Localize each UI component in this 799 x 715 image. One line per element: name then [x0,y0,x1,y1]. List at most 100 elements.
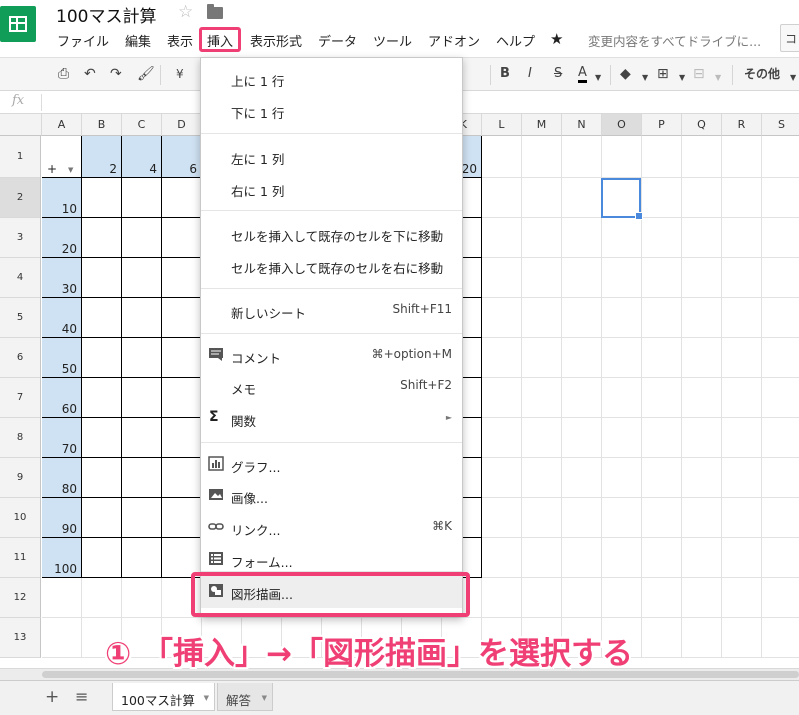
cell[interactable] [642,378,682,418]
cell[interactable] [642,578,682,618]
cell[interactable]: 4 [122,136,162,178]
cell[interactable] [482,458,522,498]
col-header-r[interactable]: R [722,114,762,136]
save-status[interactable]: 変更内容をすべてドライブに... [588,31,761,50]
insert-col-right[interactable]: 右に 1 列 [201,173,462,203]
cell[interactable] [682,178,722,218]
cell[interactable] [762,258,799,298]
cell[interactable] [682,338,722,378]
cell[interactable] [722,538,762,578]
cell[interactable] [482,378,522,418]
insert-new-sheet[interactable]: 新しいシート Shift+F11 [201,295,462,325]
cell[interactable] [522,538,562,578]
cell[interactable] [162,378,202,418]
cell[interactable] [602,258,642,298]
comments-button[interactable]: コ [780,24,799,52]
cell[interactable] [82,218,122,258]
col-header-s[interactable]: S [762,114,799,136]
cell[interactable] [682,498,722,538]
insert-comment[interactable]: コメント ⌘+option+M [201,340,462,370]
cell[interactable] [522,578,562,618]
cell[interactable] [162,298,202,338]
cell[interactable] [682,618,722,658]
menu-edit[interactable]: 編集 [125,31,151,50]
chevron-down-icon[interactable]: ▼ [68,166,73,174]
cell[interactable] [602,218,642,258]
cell[interactable] [562,136,602,178]
cell[interactable] [562,418,602,458]
cell[interactable] [562,218,602,258]
cell[interactable] [122,218,162,258]
paint-format-icon[interactable]: 🖌 [137,66,155,82]
cell[interactable]: 30 [42,258,82,298]
cell[interactable] [122,418,162,458]
chevron-down-icon[interactable]: ▼ [715,70,721,86]
cell[interactable] [642,618,682,658]
menu-tools[interactable]: ツール [373,31,412,50]
insert-col-left[interactable]: 左に 1 列 [201,141,462,171]
chevron-down-icon[interactable]: ▼ [679,70,685,86]
cell[interactable] [762,618,799,658]
cell[interactable]: 70 [42,418,82,458]
cell[interactable] [482,178,522,218]
chevron-down-icon[interactable]: ▼ [790,70,796,86]
merge-cells-icon[interactable]: ⊟ [693,66,705,82]
cell[interactable] [602,298,642,338]
cell[interactable] [762,538,799,578]
cell[interactable] [642,418,682,458]
cell[interactable] [82,538,122,578]
insert-cells-shift-right[interactable]: セルを挿入して既存のセルを右に移動 [201,250,462,280]
tab-sheet-100masu[interactable]: 100マス計算 ▼ [112,683,215,711]
col-header-d[interactable]: D [162,114,202,136]
row-header-1[interactable]: 1 [0,136,41,178]
cell[interactable] [762,136,799,178]
row-header-9[interactable]: 9 [0,458,41,498]
cell[interactable] [122,338,162,378]
cell[interactable] [682,578,722,618]
insert-link[interactable]: リンク... ⌘K [201,512,462,542]
cell[interactable] [762,458,799,498]
cell[interactable] [82,418,122,458]
cell[interactable] [762,498,799,538]
cell[interactable] [722,498,762,538]
menu-format[interactable]: 表示形式 [250,31,302,50]
star-menu-icon[interactable]: ★ [550,30,563,48]
menu-insert[interactable]: 挿入 [207,31,233,50]
print-icon[interactable]: ⎙ [58,66,69,82]
row-header-10[interactable]: 10 [0,498,41,538]
cell[interactable] [122,178,162,218]
cell[interactable] [682,298,722,338]
insert-function[interactable]: Σ 関数 ► [201,403,462,433]
cell[interactable] [82,178,122,218]
cell[interactable] [562,298,602,338]
cell[interactable] [642,136,682,178]
fill-color-icon[interactable]: ◆ [620,66,631,82]
cell[interactable] [722,618,762,658]
cell[interactable] [722,178,762,218]
cell[interactable] [682,258,722,298]
cell[interactable] [722,378,762,418]
cell[interactable]: 50 [42,338,82,378]
cell[interactable] [562,498,602,538]
menu-file[interactable]: ファイル [57,31,109,50]
row-header-7[interactable]: 7 [0,378,41,418]
strikethrough-button[interactable]: S [554,66,562,82]
col-header-b[interactable]: B [82,114,122,136]
currency-format-button[interactable]: ¥ [176,66,184,82]
cell[interactable] [562,578,602,618]
cell[interactable] [42,618,82,658]
cell[interactable] [682,136,722,178]
insert-form[interactable]: フォーム... [201,544,462,574]
cell[interactable] [522,338,562,378]
folder-icon[interactable] [207,4,223,19]
chevron-down-icon[interactable]: ▼ [642,70,648,86]
cell[interactable] [722,258,762,298]
cell[interactable]: 60 [42,378,82,418]
cell[interactable]: 80 [42,458,82,498]
cell[interactable] [762,298,799,338]
bold-button[interactable]: B [500,66,510,82]
cell[interactable] [642,458,682,498]
menu-data[interactable]: データ [318,31,357,50]
menu-addons[interactable]: アドオン [428,31,480,50]
cell[interactable] [482,418,522,458]
